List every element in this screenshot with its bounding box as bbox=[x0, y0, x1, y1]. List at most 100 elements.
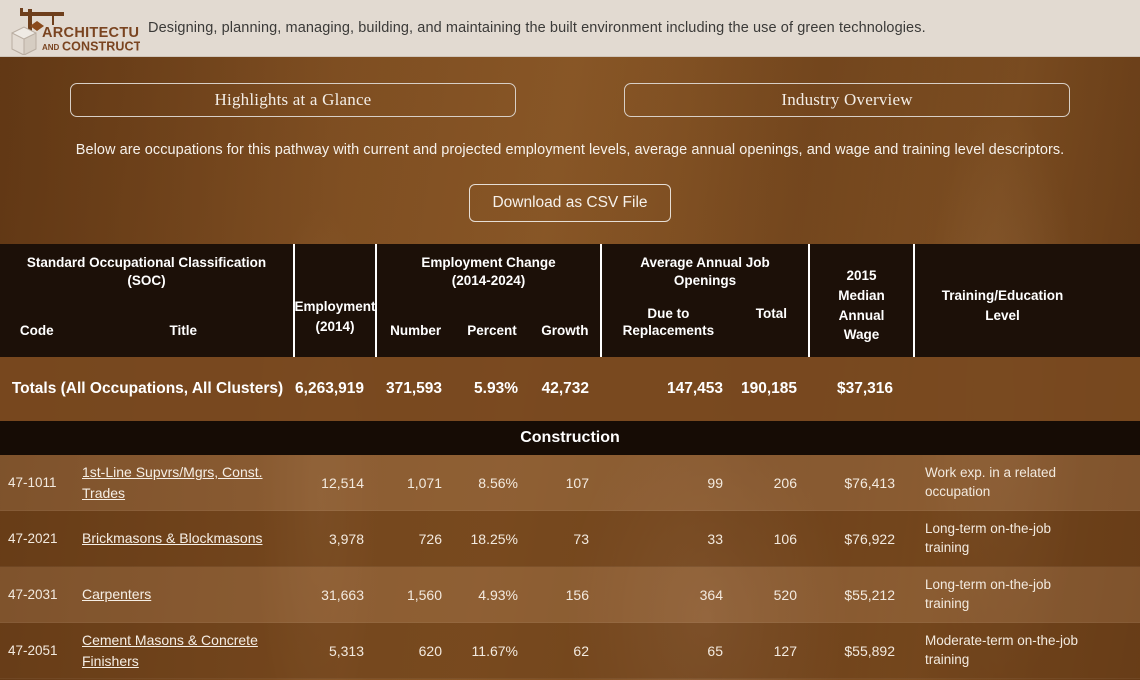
cell-soc-code: 47-2021 bbox=[8, 531, 58, 546]
header-wage-line2: Median bbox=[838, 287, 885, 303]
totals-growth: 42,732 bbox=[541, 380, 589, 397]
occupation-title-link[interactable]: Brickmasons & Blockmasons bbox=[82, 530, 263, 546]
header-employment-line2: (2014) bbox=[315, 318, 355, 334]
cell-employment: 3,978 bbox=[328, 530, 364, 547]
header-replacements-line1: Due to bbox=[647, 306, 690, 322]
table-row: 47-2031 Carpenters 31,663 1,560 4.93% 156 364 5… bbox=[0, 567, 1140, 623]
header-soc-title: Standard Occupational Classification (SO… bbox=[0, 254, 293, 290]
pathway-logo[interactable]: ARCHITECTURE AND CONSTRUCTION bbox=[0, 0, 140, 57]
header-soc-line1: Standard Occupational Classification bbox=[26, 255, 267, 270]
crane-and-block-icon: ARCHITECTURE AND CONSTRUCTION bbox=[11, 7, 140, 55]
pathway-tagline: Designing, planning, managing, building,… bbox=[148, 20, 926, 36]
table-header: Standard Occupational Classification (SO… bbox=[0, 244, 1140, 357]
cell-growth: 73 bbox=[573, 530, 589, 547]
intro-text: Below are occupations for this pathway w… bbox=[75, 142, 1065, 158]
table-body: 47-1011 1st-Line Supvrs/Mgrs, Const. Trad… bbox=[0, 455, 1140, 679]
totals-total: 190,185 bbox=[740, 380, 797, 397]
header-group-employment-change: Employment Change (2014-2024) Number Per… bbox=[377, 244, 602, 357]
cell-soc-code: 47-2051 bbox=[8, 643, 58, 658]
tab-industry-overview[interactable]: Industry Overview bbox=[624, 83, 1070, 117]
header-wage-line4: Wage bbox=[843, 327, 880, 343]
table-row: 47-1011 1st-Line Supvrs/Mgrs, Const. Trad… bbox=[0, 455, 1140, 511]
cell-growth: 62 bbox=[573, 642, 589, 659]
header-col-training: Training/Education Level bbox=[915, 254, 1090, 357]
occupation-title-link[interactable]: Cement Masons & Concrete Finishers bbox=[82, 632, 258, 668]
header-col-total: Total bbox=[755, 306, 787, 322]
cell-training-level: Work exp. in a related occupation bbox=[925, 464, 1057, 499]
cell-replacements: 99 bbox=[707, 474, 723, 491]
totals-replacements: 147,453 bbox=[666, 380, 723, 397]
cell-median-wage: $55,212 bbox=[844, 586, 895, 603]
logo-word-construction: CONSTRUCTION bbox=[62, 39, 140, 53]
header-group-employment: Employment (2014) bbox=[295, 244, 377, 357]
table-row: 47-2021 Brickmasons & Blockmasons 3,978 726… bbox=[0, 511, 1140, 567]
cell-training-level: Long-term on-the-job training bbox=[925, 576, 1052, 611]
cell-soc-title: Brickmasons & Blockmasons bbox=[74, 528, 295, 548]
header-col-code: Code bbox=[19, 323, 54, 339]
header-training-line2: Level bbox=[985, 307, 1020, 323]
totals-wage: $37,316 bbox=[836, 380, 893, 397]
header-change-title: Employment Change (2014-2024) bbox=[377, 254, 600, 290]
section-header-construction: Construction bbox=[0, 421, 1140, 455]
occupations-table: Standard Occupational Classification (SO… bbox=[0, 244, 1140, 679]
cell-soc-code: 47-1011 bbox=[8, 475, 57, 490]
header-employment-line1: Employment bbox=[294, 298, 376, 314]
header-openings-line1: Average Annual Job bbox=[640, 255, 770, 270]
header-col-growth: Growth bbox=[541, 323, 589, 339]
cell-change-number: 726 bbox=[418, 530, 442, 547]
cell-total-openings: 206 bbox=[773, 474, 797, 491]
header-group-openings: Average Annual Job Openings Due to Repla… bbox=[602, 244, 810, 357]
totals-row: Totals (All Occupations, All Clusters) 6… bbox=[0, 357, 1140, 421]
header-group-soc: Standard Occupational Classification (SO… bbox=[0, 244, 295, 357]
header-replacements-line2: Replacements bbox=[622, 323, 715, 339]
cell-growth: 156 bbox=[565, 586, 589, 603]
page-root: ARCHITECTURE AND CONSTRUCTION Designing,… bbox=[0, 0, 1140, 680]
cell-soc-title: 1st-Line Supvrs/Mgrs, Const. Trades bbox=[74, 462, 295, 503]
header-change-line2: (2014-2024) bbox=[451, 273, 526, 289]
totals-percent: 5.93% bbox=[474, 380, 518, 397]
cell-soc-title: Cement Masons & Concrete Finishers bbox=[74, 630, 295, 671]
cell-replacements: 33 bbox=[707, 530, 723, 547]
header-col-title: Title bbox=[169, 323, 197, 339]
tab-highlights-at-a-glance[interactable]: Highlights at a Glance bbox=[70, 83, 516, 117]
header-training-line1: Training/Education bbox=[941, 287, 1064, 303]
header-col-percent: Percent bbox=[467, 323, 517, 339]
header-wage-line3: Annual bbox=[838, 307, 885, 323]
table-row: 47-2051 Cement Masons & Concrete Finisher… bbox=[0, 623, 1140, 679]
logo-word-and: AND bbox=[42, 43, 60, 52]
cell-employment: 12,514 bbox=[321, 474, 364, 491]
cell-employment: 5,313 bbox=[328, 642, 364, 659]
cell-soc-code: 47-2031 bbox=[8, 587, 58, 602]
header-change-line1: Employment Change bbox=[421, 255, 556, 270]
site-banner: ARCHITECTURE AND CONSTRUCTION Designing,… bbox=[0, 0, 1140, 57]
cell-total-openings: 520 bbox=[773, 586, 797, 603]
totals-label: Totals (All Occupations, All Clusters) bbox=[0, 379, 295, 399]
occupation-title-link[interactable]: Carpenters bbox=[82, 586, 151, 602]
cell-change-percent: 11.67% bbox=[471, 642, 518, 659]
totals-employment: 6,263,919 bbox=[295, 380, 364, 397]
pathway-tabs: Highlights at a Glance Industry Overview bbox=[0, 57, 1140, 117]
pathway-body: Highlights at a Glance Industry Overview… bbox=[0, 57, 1140, 680]
header-col-employment: Employment (2014) bbox=[294, 254, 376, 357]
header-col-number: Number bbox=[390, 323, 442, 339]
cell-soc-title: Carpenters bbox=[74, 584, 295, 604]
totals-label-line2: Clusters) bbox=[215, 379, 284, 397]
cell-change-number: 1,071 bbox=[406, 474, 442, 491]
cell-total-openings: 106 bbox=[773, 530, 797, 547]
cell-change-number: 1,560 bbox=[406, 586, 442, 603]
cell-median-wage: $76,922 bbox=[844, 530, 895, 547]
download-row: Download as CSV File bbox=[0, 184, 1140, 222]
cell-replacements: 65 bbox=[707, 642, 723, 659]
occupation-title-link[interactable]: 1st-Line Supvrs/Mgrs, Const. Trades bbox=[82, 464, 263, 500]
header-soc-line2: (SOC) bbox=[127, 273, 166, 289]
cell-employment: 31,663 bbox=[321, 586, 364, 603]
header-openings-title: Average Annual Job Openings bbox=[602, 254, 808, 290]
cell-change-percent: 8.56% bbox=[478, 474, 518, 491]
totals-number: 371,593 bbox=[385, 380, 442, 397]
cell-change-percent: 4.93% bbox=[478, 586, 518, 603]
cell-training-level: Moderate-term on-the-job training bbox=[925, 632, 1079, 667]
header-group-training: Training/Education Level bbox=[915, 244, 1090, 357]
download-csv-button[interactable]: Download as CSV File bbox=[469, 184, 671, 222]
cell-growth: 107 bbox=[565, 474, 589, 491]
header-col-replacements: Due to Replacements bbox=[602, 306, 735, 340]
